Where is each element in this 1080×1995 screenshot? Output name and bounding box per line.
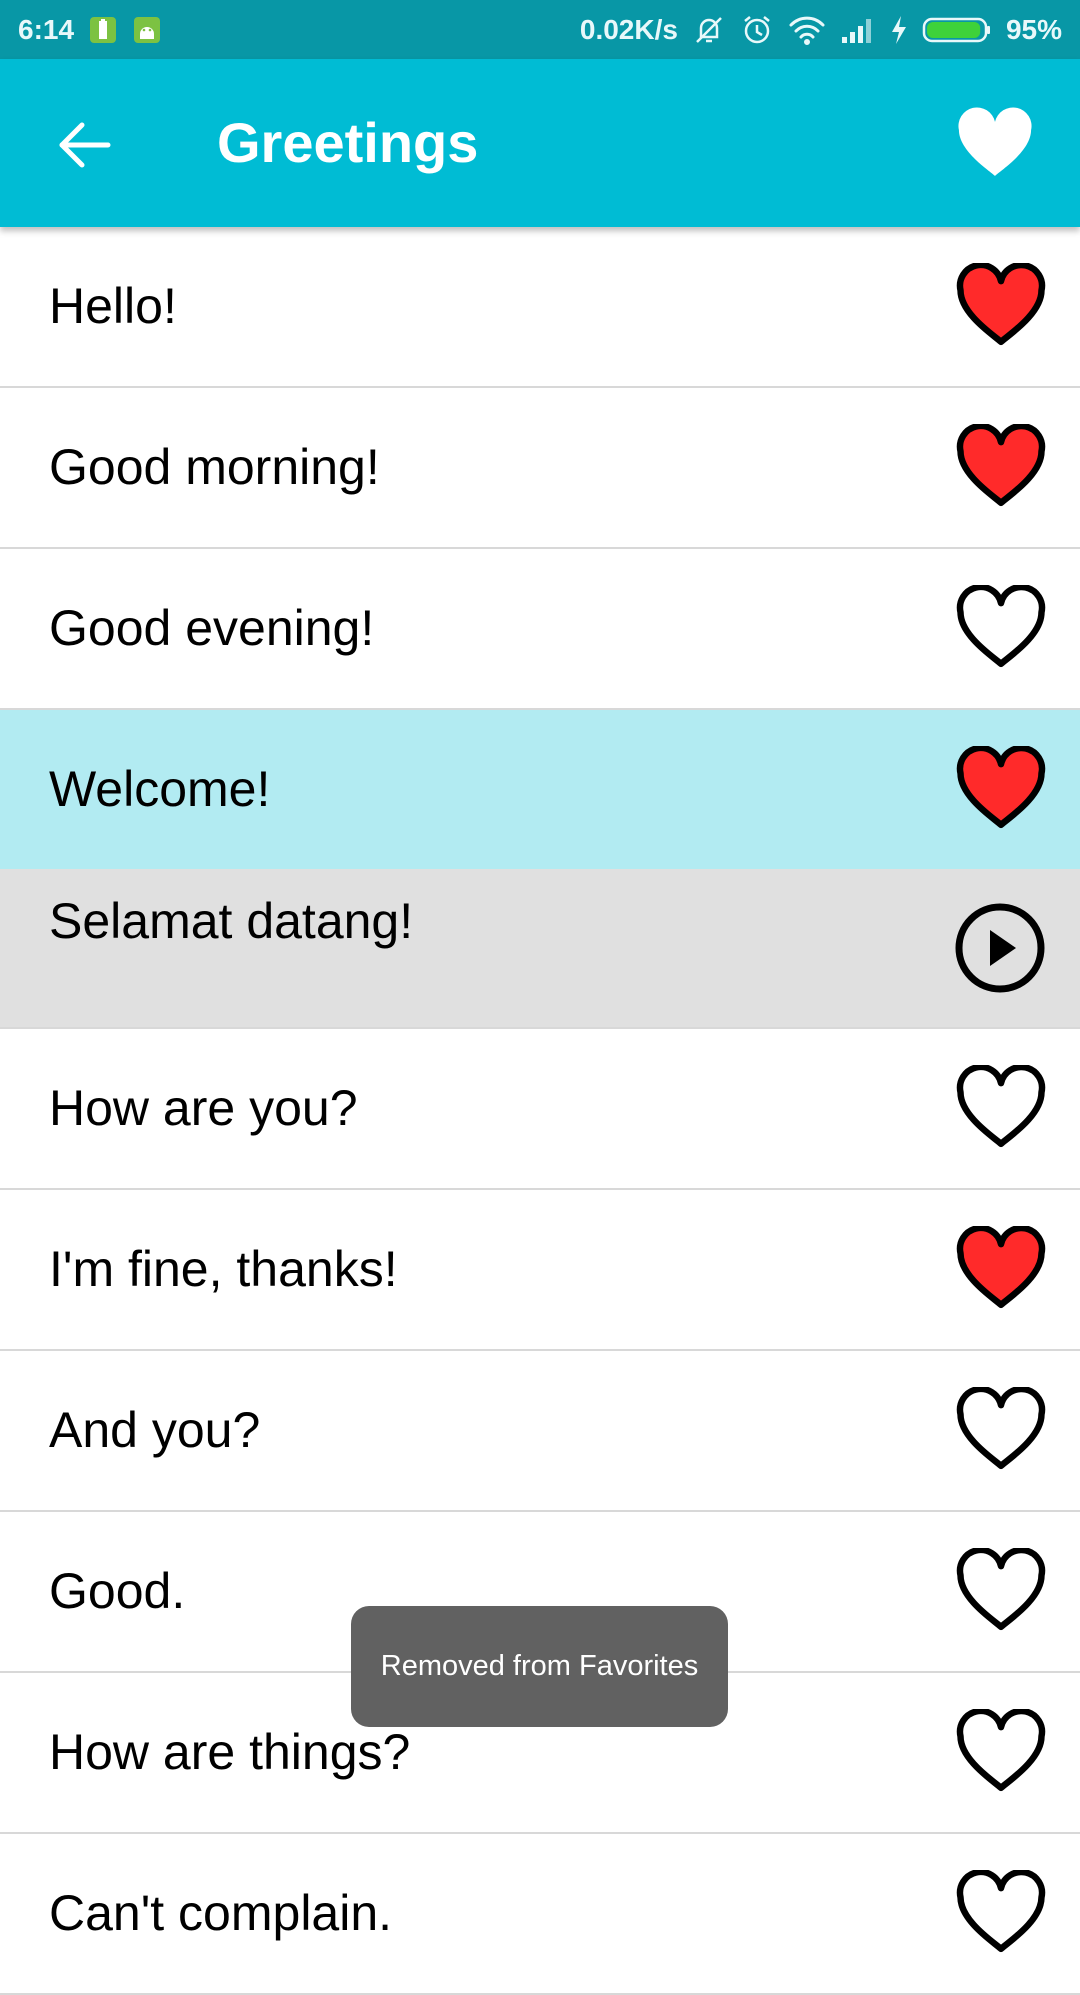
phrase-text: Hello!	[49, 278, 177, 334]
translation-panel: Selamat datang!	[0, 869, 1080, 1029]
phrase-text: And you?	[49, 1402, 261, 1458]
favorite-toggle[interactable]	[955, 1707, 1047, 1795]
list-item[interactable]: Hello!	[0, 227, 1080, 388]
heart-icon	[956, 1707, 1046, 1792]
silent-bell-icon	[692, 13, 726, 47]
favorite-toggle[interactable]	[955, 583, 1047, 671]
phrase-text: Good.	[49, 1563, 186, 1619]
list-item[interactable]: I'm fine, thanks!	[0, 1190, 1080, 1351]
heart-icon	[956, 1868, 1046, 1953]
battery-percent: 95%	[1005, 13, 1062, 45]
play-circle-icon	[955, 903, 1045, 993]
heart-icon	[956, 1546, 1046, 1631]
wifi-icon	[788, 15, 826, 45]
app-bar: Greetings	[0, 59, 1080, 227]
phrase-text: Good evening!	[49, 600, 375, 656]
list-item[interactable]: Can't complain.	[0, 1834, 1080, 1995]
favorite-toggle[interactable]	[955, 1224, 1047, 1312]
phrase-list: Hello! Good morning! Good evening! Welco…	[0, 227, 1080, 1995]
list-item-selected[interactable]: Welcome!	[0, 710, 1080, 869]
favorite-toggle[interactable]	[955, 422, 1047, 510]
signal-icon	[840, 15, 876, 45]
heart-icon	[956, 583, 1046, 668]
play-audio-button[interactable]	[954, 902, 1046, 994]
favorite-toggle[interactable]	[955, 744, 1047, 832]
heart-icon	[958, 107, 1032, 176]
list-item[interactable]: Good morning!	[0, 388, 1080, 549]
android-icon	[132, 15, 162, 45]
phrase-text: I'm fine, thanks!	[49, 1241, 398, 1297]
battery-icon	[922, 15, 992, 45]
list-item[interactable]: How are you?	[0, 1029, 1080, 1190]
favorite-toggle[interactable]	[955, 1546, 1047, 1634]
translation-text: Selamat datang!	[49, 893, 414, 949]
arrow-back-icon	[59, 122, 111, 168]
toast-text: Removed from Favorites	[380, 1650, 699, 1682]
list-item[interactable]: Good evening!	[0, 549, 1080, 710]
favorite-toggle[interactable]	[955, 261, 1047, 349]
toast-message: Removed from Favorites	[351, 1606, 728, 1727]
heart-icon	[956, 1063, 1046, 1148]
favorite-toggle[interactable]	[955, 1868, 1047, 1956]
heart-icon	[956, 422, 1046, 507]
phrase-text: Can't complain.	[49, 1885, 393, 1941]
favorite-toggle[interactable]	[955, 1063, 1047, 1151]
heart-icon	[956, 744, 1046, 829]
phrase-text: Good morning!	[49, 439, 380, 495]
page-title: Greetings	[217, 111, 479, 174]
network-speed: 0.02K/s	[579, 13, 678, 45]
back-button[interactable]	[52, 113, 116, 177]
heart-icon	[956, 261, 1046, 346]
list-item[interactable]: And you?	[0, 1351, 1080, 1512]
alarm-icon	[740, 13, 774, 47]
phrase-text: How are you?	[49, 1080, 358, 1136]
charging-bolt-icon	[890, 15, 908, 45]
favorites-button[interactable]	[954, 105, 1036, 183]
status-time: 6:14	[18, 13, 75, 45]
favorite-toggle[interactable]	[955, 1385, 1047, 1473]
heart-icon	[956, 1224, 1046, 1309]
battery-saver-icon	[88, 15, 118, 45]
phrase-text: Welcome!	[49, 761, 271, 817]
heart-icon	[956, 1385, 1046, 1470]
status-bar: 6:14 0.02K/s 95%	[0, 0, 1080, 59]
